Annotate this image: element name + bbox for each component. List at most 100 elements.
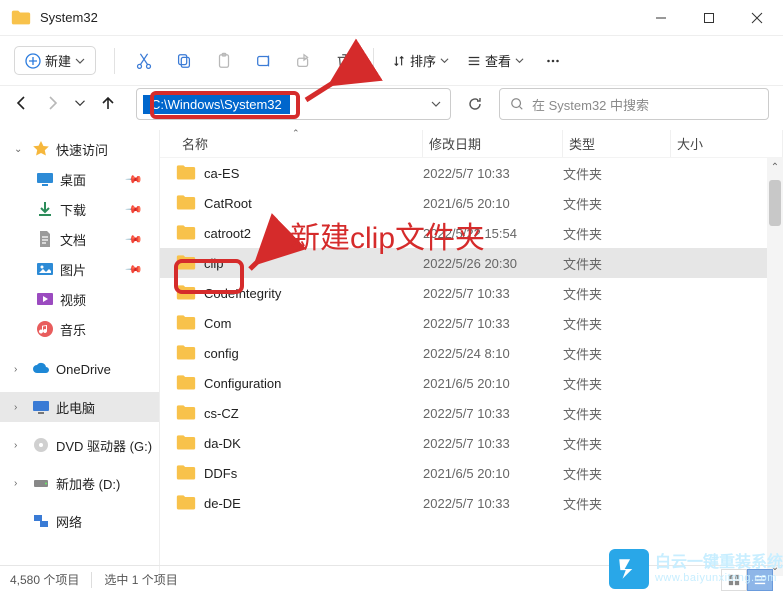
disc-icon <box>32 436 50 454</box>
sidebar-label: 网络 <box>56 512 82 531</box>
table-row[interactable]: Com2022/5/7 10:33文件夹 <box>160 308 783 338</box>
sidebar-item-onedrive[interactable]: ›OneDrive <box>0 354 159 384</box>
file-date: 2022/5/7 10:33 <box>423 436 563 451</box>
table-row[interactable]: CodeIntegrity2022/5/7 10:33文件夹 <box>160 278 783 308</box>
header-type[interactable]: 类型 <box>563 130 671 157</box>
toolbar: 新建 排序 查看 <box>0 36 783 86</box>
file-type: 文件夹 <box>563 224 671 243</box>
table-row[interactable]: da-DK 2022/5/7 10:33文件夹 <box>160 428 783 458</box>
file-type: 文件夹 <box>563 434 671 453</box>
header-date[interactable]: 修改日期 <box>423 130 563 157</box>
watermark-brand: 白云一键重装系统 <box>655 554 783 572</box>
sidebar-item-quick-access[interactable]: ⌄ 快速访问 <box>0 134 159 164</box>
sidebar-label: 快速访问 <box>56 140 108 159</box>
sidebar-label: DVD 驱动器 (G:) <box>56 436 152 455</box>
folder-icon <box>176 433 196 454</box>
folder-icon <box>176 193 196 214</box>
sidebar-item-pictures[interactable]: 图片📌 <box>0 254 159 284</box>
header-size[interactable]: 大小 <box>671 130 783 157</box>
back-button[interactable] <box>14 95 30 114</box>
table-row[interactable]: catroot22022/5/22 15:54文件夹 <box>160 218 783 248</box>
copy-button[interactable] <box>173 50 195 72</box>
search-box[interactable]: 在 System32 中搜索 <box>499 88 769 120</box>
desktop-icon <box>36 170 54 188</box>
minimize-button[interactable] <box>637 0 685 35</box>
sidebar-item-desktop[interactable]: 桌面📌 <box>0 164 159 194</box>
file-date: 2021/6/5 20:10 <box>423 196 563 211</box>
file-name: cs-CZ <box>204 406 239 421</box>
document-icon <box>36 230 54 248</box>
watermark-url: www.baiyunxitong.com <box>655 572 783 584</box>
status-count: 4,580 个项目 <box>10 571 79 588</box>
sidebar-item-documents[interactable]: 文档📌 <box>0 224 159 254</box>
sidebar-label: 音乐 <box>60 320 86 339</box>
file-type: 文件夹 <box>563 374 671 393</box>
address-path[interactable]: C:\Windows\System32 <box>143 95 290 114</box>
close-button[interactable] <box>733 0 781 35</box>
download-icon <box>36 200 54 218</box>
paste-button[interactable] <box>213 50 235 72</box>
table-row[interactable]: de-DE2022/5/7 10:33文件夹 <box>160 488 783 518</box>
scroll-up-icon[interactable]: ⌃ <box>767 158 783 176</box>
file-name: CatRoot <box>204 196 252 211</box>
table-row[interactable]: cs-CZ 2022/5/7 10:33文件夹 <box>160 398 783 428</box>
file-date: 2022/5/26 20:30 <box>423 256 563 271</box>
file-name: de-DE <box>204 496 241 511</box>
sidebar-item-volume[interactable]: ›新加卷 (D:) <box>0 468 159 498</box>
sidebar-item-downloads[interactable]: 下载📌 <box>0 194 159 224</box>
sidebar-item-this-pc[interactable]: ›此电脑 <box>0 392 159 422</box>
table-row[interactable]: CatRoot 2021/6/5 20:10文件夹 <box>160 188 783 218</box>
file-name: CodeIntegrity <box>204 286 281 301</box>
sort-button[interactable]: 排序 <box>392 51 449 70</box>
scroll-thumb[interactable] <box>769 180 781 226</box>
view-button[interactable]: 查看 <box>467 51 524 70</box>
new-button-label: 新建 <box>45 51 71 70</box>
file-name: Configuration <box>204 376 281 391</box>
rename-button[interactable] <box>253 50 275 72</box>
file-list: ⌃ 名称 修改日期 类型 大小 ca-ES2022/5/7 10:33文件夹Ca… <box>160 130 783 576</box>
file-type: 文件夹 <box>563 314 671 333</box>
new-button[interactable]: 新建 <box>14 46 96 75</box>
sidebar-item-videos[interactable]: 视频 <box>0 284 159 314</box>
file-type: 文件夹 <box>563 194 671 213</box>
picture-icon <box>36 260 54 278</box>
forward-button[interactable] <box>44 95 60 114</box>
sidebar-item-dvd[interactable]: ›DVD 驱动器 (G:) <box>0 430 159 460</box>
file-name: clip <box>204 256 224 271</box>
pin-icon: 📌 <box>125 230 144 249</box>
sidebar-item-network[interactable]: ›网络 <box>0 506 159 536</box>
refresh-button[interactable] <box>459 88 491 120</box>
table-row[interactable]: Configuration2021/6/5 20:10文件夹 <box>160 368 783 398</box>
file-date: 2022/5/7 10:33 <box>423 406 563 421</box>
address-dropdown[interactable] <box>428 99 444 109</box>
folder-icon <box>176 343 196 364</box>
pc-icon <box>32 398 50 416</box>
pin-icon: 📌 <box>125 200 144 219</box>
more-button[interactable] <box>542 50 564 72</box>
table-row[interactable]: ca-ES2022/5/7 10:33文件夹 <box>160 158 783 188</box>
address-bar[interactable]: C:\Windows\System32 <box>136 88 451 120</box>
file-name: da-DK <box>204 436 241 451</box>
table-row[interactable]: DDFs2021/6/5 20:10文件夹 <box>160 458 783 488</box>
folder-icon <box>176 253 196 274</box>
title-bar: System32 <box>0 0 783 36</box>
scrollbar[interactable]: ⌃ ⌄ <box>767 158 783 576</box>
file-date: 2021/6/5 20:10 <box>423 466 563 481</box>
sidebar-item-music[interactable]: 音乐 <box>0 314 159 344</box>
watermark: 白云一键重装系统 www.baiyunxitong.com <box>609 549 783 589</box>
maximize-button[interactable] <box>685 0 733 35</box>
file-type: 文件夹 <box>563 404 671 423</box>
table-row[interactable]: config2022/5/24 8:10文件夹 <box>160 338 783 368</box>
sidebar-label: 新加卷 (D:) <box>56 474 120 493</box>
table-row[interactable]: clip2022/5/26 20:30文件夹 <box>160 248 783 278</box>
pin-icon: 📌 <box>125 170 144 189</box>
history-button[interactable] <box>74 97 86 112</box>
delete-button[interactable] <box>333 50 355 72</box>
drive-icon <box>32 474 50 492</box>
file-type: 文件夹 <box>563 344 671 363</box>
watermark-logo-icon <box>609 549 649 589</box>
cut-button[interactable] <box>133 50 155 72</box>
folder-icon <box>176 493 196 514</box>
up-button[interactable] <box>100 95 116 114</box>
share-button[interactable] <box>293 50 315 72</box>
